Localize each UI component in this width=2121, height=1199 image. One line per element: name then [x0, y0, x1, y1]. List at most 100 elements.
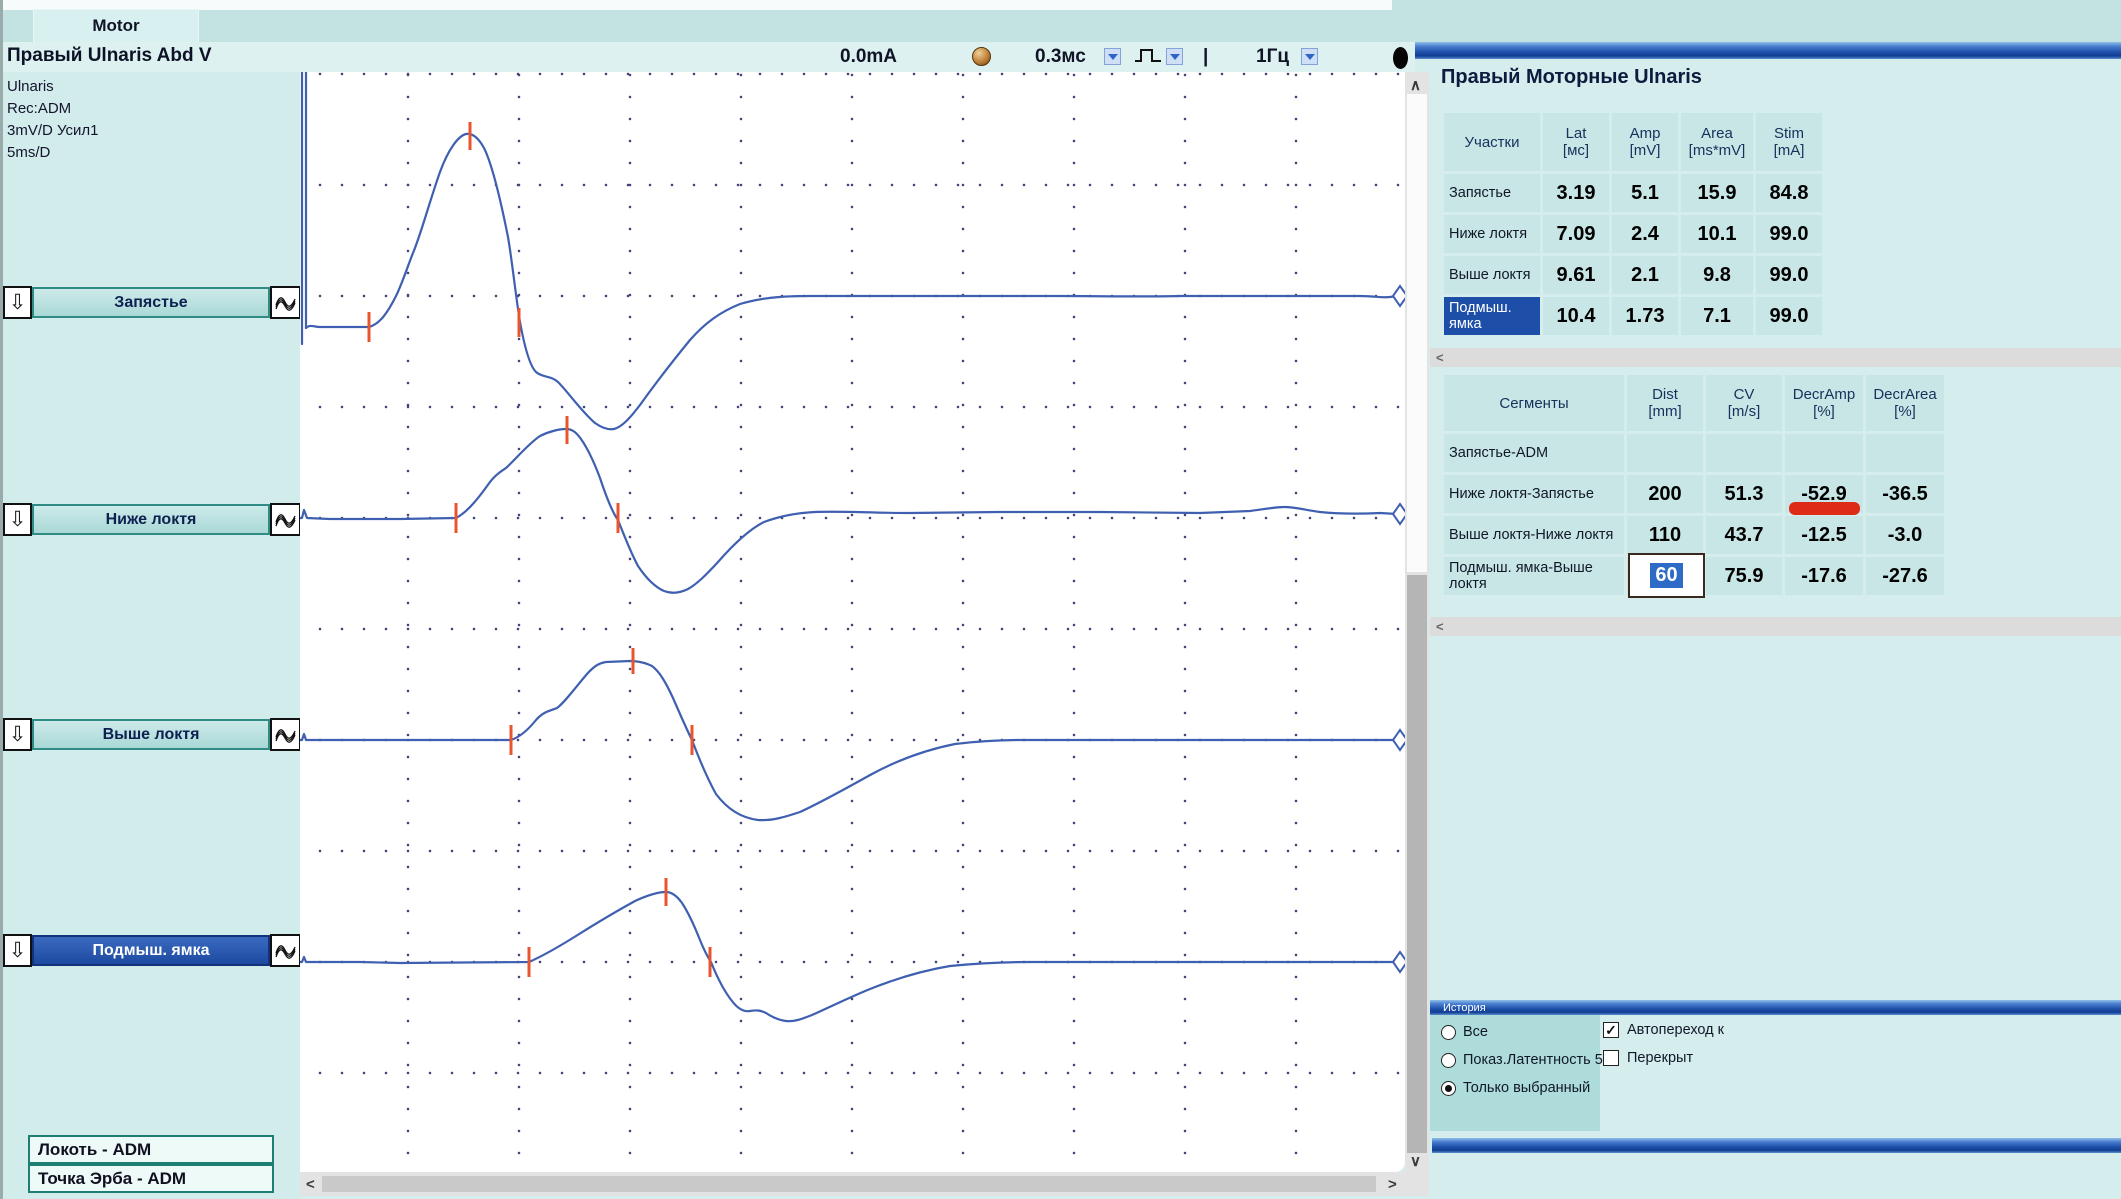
site-value: 3.19	[1543, 174, 1609, 212]
recording-site: Rec:ADM	[7, 100, 71, 117]
radio-icon	[1441, 1025, 1456, 1040]
emg-application-window: Motor Правый Ulnaris Abd V 0.0mA 0.3мс |…	[0, 0, 2121, 1199]
scroll-left-icon[interactable]: <	[1436, 619, 1444, 634]
site-button-erb-adm[interactable]: Точка Эрба - ADM	[28, 1164, 274, 1193]
window-top-edge	[0, 0, 1392, 10]
waves-icon	[275, 942, 296, 960]
site-row-label[interactable]: Запястье	[1444, 174, 1540, 212]
segment-row-label[interactable]: Выше локтя-Ниже локтя	[1444, 516, 1624, 554]
site-value: 84.8	[1756, 174, 1822, 212]
site-value: 15.9	[1681, 174, 1753, 212]
chevron-down-icon	[1305, 54, 1315, 60]
segment-row-label[interactable]: Подмыш. ямка-Выше локтя	[1444, 557, 1624, 595]
stimulator-probe-icon[interactable]	[972, 47, 991, 66]
site-row-label-selected[interactable]: Подмыш. ямка	[1444, 297, 1540, 335]
pulse-shape-icon	[1133, 46, 1163, 66]
channel-label-wrist[interactable]: Запястье	[32, 287, 270, 318]
segment-value: 110	[1627, 516, 1703, 554]
channel-waveform-button[interactable]	[270, 503, 301, 536]
waves-icon	[275, 511, 296, 529]
scroll-right-icon[interactable]: >	[1388, 1176, 1397, 1193]
channel-move-down-button[interactable]: ⇩	[3, 286, 32, 319]
table-hscroll[interactable]: <	[1430, 348, 2121, 367]
chevron-down-icon	[1108, 54, 1118, 60]
scroll-left-icon[interactable]: <	[1436, 350, 1444, 365]
abnormal-decrement-marker	[1789, 502, 1860, 515]
radio-all[interactable]: Все	[1441, 1024, 1488, 1040]
segment-value: 51.3	[1706, 475, 1782, 513]
channel-label-axilla[interactable]: Подмыш. ямка	[32, 935, 270, 966]
trace-wrist	[306, 134, 1397, 429]
checkbox-overlaid[interactable]: Перекрыт	[1603, 1050, 1693, 1066]
site-row-label[interactable]: Ниже локтя	[1444, 215, 1540, 253]
distance-input-selected-text: 60	[1650, 563, 1682, 588]
segment-value: -27.6	[1866, 557, 1944, 595]
site-value: 9.61	[1543, 256, 1609, 294]
channel-waveform-button[interactable]	[270, 286, 301, 319]
checkbox-unchecked-icon	[1603, 1050, 1619, 1066]
channel-label-above-elbow[interactable]: Выше локтя	[32, 719, 270, 750]
stim-rate-dropdown[interactable]	[1301, 48, 1318, 65]
table-hscroll[interactable]: <	[1430, 617, 2121, 636]
recording-indicator-icon	[1393, 47, 1408, 69]
vertical-scrollbar-track[interactable]	[1407, 575, 1427, 1153]
scroll-up-icon[interactable]: ∧	[1410, 76, 1421, 94]
stim-current-value: 0.0mA	[840, 46, 897, 68]
col-header-decrarea: DecrArea[%]	[1866, 375, 1944, 431]
radio-show-latency-5[interactable]: Показ.Латентность 5	[1441, 1052, 1603, 1068]
pulse-shape-dropdown[interactable]	[1166, 48, 1183, 65]
site-value: 9.8	[1681, 256, 1753, 294]
scroll-left-icon[interactable]: <	[306, 1176, 315, 1193]
site-row-label[interactable]: Выше локтя	[1444, 256, 1540, 294]
scroll-down-icon[interactable]: ∨	[1410, 1152, 1421, 1170]
segment-value: 43.7	[1706, 516, 1782, 554]
checkbox-autoadvance[interactable]: ✓ Автопереход к	[1603, 1022, 1724, 1038]
channel-label-below-elbow[interactable]: Ниже локтя	[32, 504, 270, 535]
history-section-bar: История	[1430, 1000, 2121, 1015]
site-button-elbow-adm[interactable]: Локоть - ADM	[28, 1135, 274, 1164]
history-section-title: История	[1443, 1002, 1486, 1014]
window-left-edge	[0, 0, 3, 1199]
radio-icon	[1441, 1053, 1456, 1068]
sweep-setting: 5ms/D	[7, 144, 50, 161]
segment-value: -17.6	[1785, 557, 1863, 595]
site-value: 5.1	[1612, 174, 1678, 212]
col-header-stim: Stim[mA]	[1756, 113, 1822, 171]
site-value: 99.0	[1756, 256, 1822, 294]
gain-setting: 3mV/D Усил1	[7, 122, 99, 139]
channel-move-down-button[interactable]: ⇩	[3, 503, 32, 536]
sites-col-header: Участки	[1444, 113, 1540, 171]
channel-waveform-button[interactable]	[270, 934, 301, 967]
vertical-scrollbar-thumb[interactable]	[1407, 94, 1427, 572]
segments-col-header: Сегменты	[1444, 375, 1624, 431]
page-title: Правый Ulnaris Abd V	[7, 45, 212, 67]
stim-rate-value: 1Гц	[1256, 46, 1289, 68]
col-header-dist: Dist[mm]	[1627, 375, 1703, 431]
tab-motor[interactable]: Motor	[33, 9, 199, 42]
segment-value: 75.9	[1706, 557, 1782, 595]
site-value: 99.0	[1756, 215, 1822, 253]
cursor-markers	[369, 122, 710, 977]
trace-axilla	[300, 892, 1397, 1021]
channel-move-down-button[interactable]: ⇩	[3, 718, 32, 751]
trace-end-diamond	[1393, 286, 1405, 972]
radio-only-selected[interactable]: Только выбранный	[1441, 1080, 1590, 1096]
site-value: 99.0	[1756, 297, 1822, 335]
distance-input[interactable]: 60	[1628, 553, 1705, 598]
channel-waveform-button[interactable]	[270, 718, 301, 751]
channel-move-down-button[interactable]: ⇩	[3, 934, 32, 967]
segment-row-label[interactable]: Ниже локтя-Запястье	[1444, 475, 1624, 513]
segment-row-label[interactable]: Запястье-ADM	[1444, 434, 1624, 472]
site-value: 10.4	[1543, 297, 1609, 335]
trace-above-elbow	[300, 661, 1397, 820]
toolbar-separator: |	[1203, 46, 1208, 68]
site-value: 7.09	[1543, 215, 1609, 253]
col-header-decramp: DecrAmp[%]	[1785, 375, 1863, 431]
segment-value: -12.5	[1785, 516, 1863, 554]
horizontal-scrollbar-thumb[interactable]	[322, 1176, 1376, 1192]
channel-sidebar	[3, 72, 300, 1199]
waves-icon	[275, 726, 296, 744]
stim-duration-dropdown[interactable]	[1104, 48, 1121, 65]
checkbox-checked-icon: ✓	[1603, 1022, 1619, 1038]
site-value: 2.1	[1612, 256, 1678, 294]
